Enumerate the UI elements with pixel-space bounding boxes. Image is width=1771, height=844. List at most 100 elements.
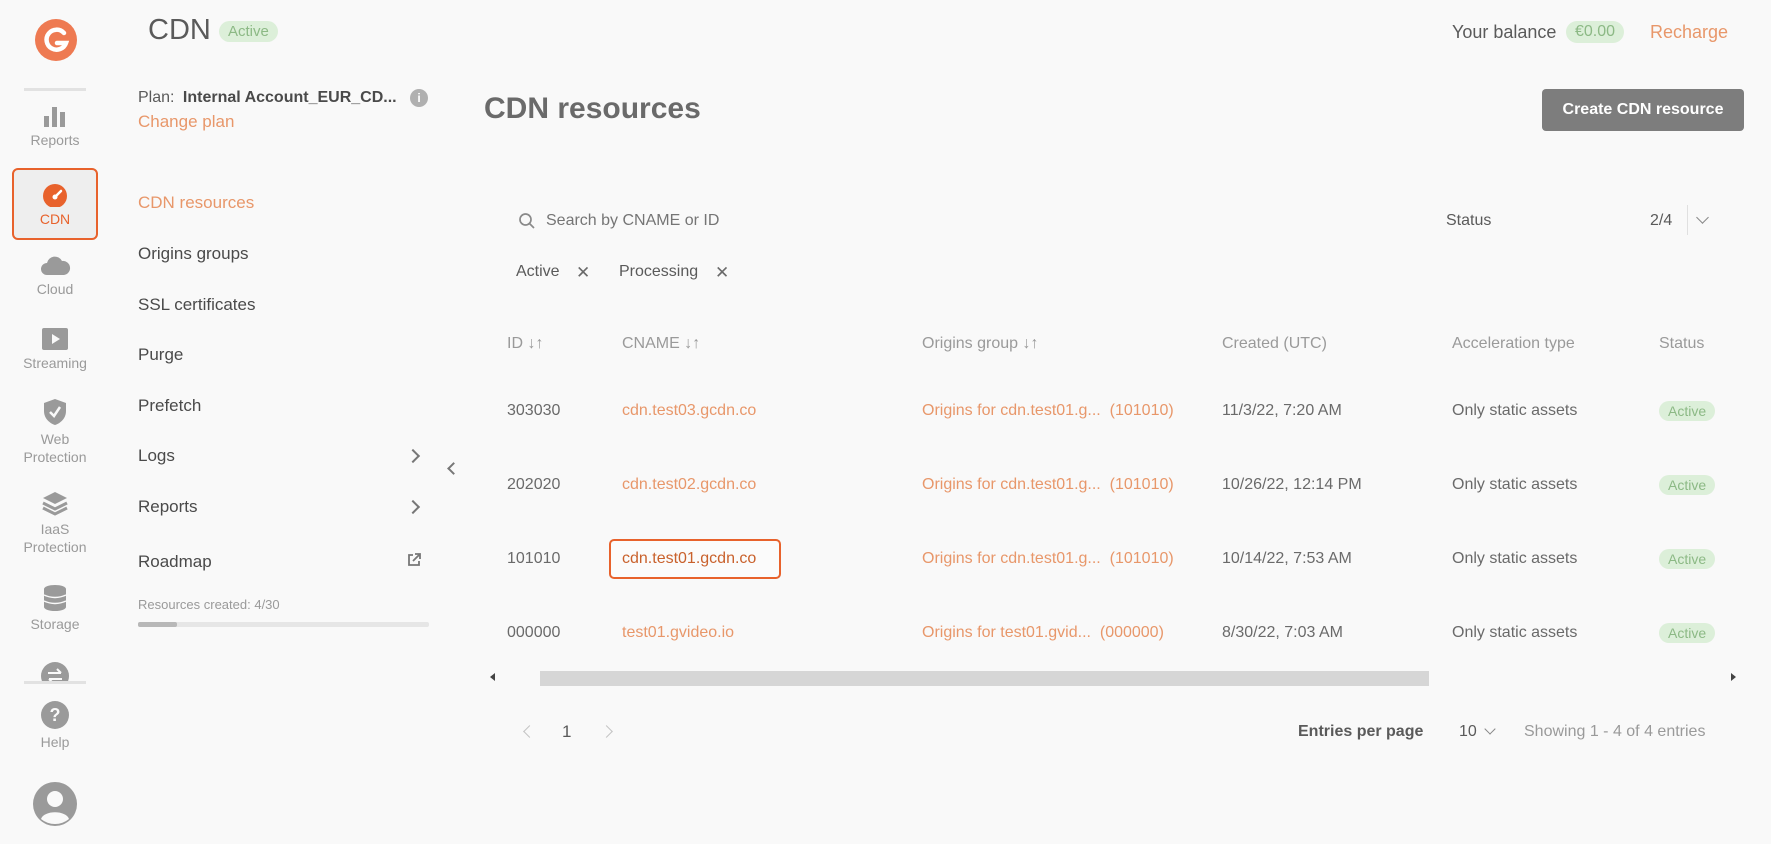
- current-page[interactable]: 1: [562, 722, 571, 742]
- search-input[interactable]: [546, 208, 1046, 234]
- external-link-icon: [408, 553, 421, 566]
- section-title: CDN resources: [484, 92, 701, 125]
- page-title: CDN: [148, 14, 211, 46]
- transfer-icon: [41, 662, 69, 681]
- plan-info-icon[interactable]: i: [410, 89, 428, 107]
- cell-created: 10/14/22, 7:53 AM: [1222, 550, 1352, 567]
- entries-per-page-label: Entries per page: [1298, 723, 1424, 740]
- collapse-sidebar-icon[interactable]: [447, 462, 460, 475]
- sidebar-item-cdn-resources[interactable]: CDN resources: [138, 193, 254, 213]
- rail-item-transfer[interactable]: [40, 661, 70, 681]
- cell-acceleration: Only static assets: [1452, 402, 1578, 419]
- cell-created: 8/30/22, 7:03 AM: [1222, 624, 1343, 641]
- status-dropdown-chevron-icon[interactable]: [1696, 211, 1709, 224]
- entries-per-page-select[interactable]: 10: [1459, 723, 1477, 741]
- scroll-left-arrow-icon[interactable]: [490, 673, 495, 681]
- column-header-origins-group[interactable]: Origins group ↓↑: [922, 335, 1039, 353]
- cell-acceleration: Only static assets: [1452, 476, 1578, 493]
- cloud-icon: [41, 256, 71, 275]
- prev-page-icon[interactable]: [523, 725, 536, 738]
- plan-row: Plan: Internal Account_EUR_CD...: [138, 89, 397, 107]
- entries-dropdown-chevron-icon[interactable]: [1484, 723, 1496, 735]
- balance-value: €0.00: [1566, 21, 1625, 43]
- status-badge: Active: [1659, 475, 1716, 495]
- icon-rail: Reports CDN Cloud Streaming Web Protecti…: [0, 0, 110, 844]
- cell-cname-link[interactable]: test01.gvideo.io: [622, 624, 734, 642]
- chevron-right-icon: [405, 448, 421, 464]
- column-header-id[interactable]: ID ↓↑: [507, 335, 543, 353]
- column-header-acceleration-type: Acceleration type: [1452, 335, 1575, 352]
- plan-label: Plan:: [138, 89, 175, 106]
- resources-progress-fill: [138, 622, 177, 627]
- next-page-icon[interactable]: [600, 725, 613, 738]
- layers-icon: [42, 492, 68, 516]
- rail-item-web-protection[interactable]: Web Protection: [12, 398, 98, 468]
- scroll-right-arrow-icon[interactable]: [1731, 673, 1736, 681]
- sidebar-item-purge[interactable]: Purge: [138, 345, 183, 365]
- rail-item-iaas-protection[interactable]: IaaS Protection: [12, 490, 98, 560]
- column-header-cname[interactable]: CNAME ↓↑: [622, 335, 700, 353]
- rail-item-cloud[interactable]: Cloud: [12, 255, 98, 301]
- database-icon: [43, 585, 67, 611]
- svg-text:?: ?: [50, 705, 61, 725]
- sidebar-item-roadmap[interactable]: Roadmap: [138, 552, 212, 572]
- status-badge: Active: [1659, 549, 1716, 569]
- status-filter-value[interactable]: 2/4: [1650, 212, 1672, 230]
- chip-label: Processing: [619, 263, 699, 280]
- rail-divider: [24, 681, 86, 684]
- sidebar-item-prefetch[interactable]: Prefetch: [138, 396, 201, 416]
- create-cdn-resource-button[interactable]: Create CDN resource: [1542, 89, 1744, 131]
- play-icon: [42, 328, 68, 350]
- status-filter-label: Status: [1446, 212, 1492, 229]
- rail-item-reports[interactable]: Reports: [12, 104, 98, 160]
- avatar-icon: [33, 782, 77, 826]
- column-header-status: Status: [1659, 335, 1705, 352]
- rail-item-cdn[interactable]: CDN: [12, 168, 98, 240]
- cell-id: 303030: [507, 402, 561, 419]
- plan-name: Internal Account_EUR_CD...: [182, 89, 397, 106]
- balance-label: Your balance: [1452, 22, 1557, 42]
- logo-icon: [35, 19, 77, 61]
- user-avatar[interactable]: [32, 781, 78, 827]
- rail-divider: [24, 88, 86, 91]
- sidebar-item-reports[interactable]: Reports: [138, 497, 198, 517]
- sidebar-item-logs[interactable]: Logs: [138, 446, 175, 466]
- bar-chart-icon: [44, 107, 65, 127]
- resources-created-text: Resources created: 4/30: [138, 597, 280, 612]
- cell-cname-link[interactable]: cdn.test02.gcdn.co: [622, 476, 756, 494]
- gcore-logo[interactable]: [33, 17, 79, 63]
- rail-item-streaming[interactable]: Streaming: [12, 327, 98, 375]
- chevron-right-icon: [405, 499, 421, 515]
- speedometer-icon: [43, 184, 67, 207]
- shield-icon: [44, 399, 66, 425]
- cell-acceleration: Only static assets: [1452, 624, 1578, 641]
- column-header-created: Created (UTC): [1222, 335, 1327, 352]
- filter-chip-active: Active: [516, 263, 560, 281]
- rail-item-help[interactable]: ? Help: [12, 700, 98, 754]
- title-status-badge: Active: [219, 21, 278, 42]
- cell-origin-link[interactable]: Origins for test01.gvid... (000000): [922, 624, 1164, 642]
- sidebar-item-origins-groups[interactable]: Origins groups: [138, 244, 249, 264]
- help-icon: ?: [41, 701, 69, 729]
- cell-id: 202020: [507, 476, 561, 493]
- search-icon: [519, 213, 535, 229]
- showing-entries-text: Showing 1 - 4 of 4 entries: [1524, 723, 1706, 740]
- cell-origin-link[interactable]: Origins for cdn.test01.g... (101010): [922, 476, 1174, 494]
- recharge-link[interactable]: Recharge: [1650, 22, 1728, 43]
- cell-cname-link[interactable]: cdn.test03.gcdn.co: [622, 402, 756, 420]
- cell-id: 000000: [507, 624, 561, 641]
- filter-divider: [1687, 205, 1688, 235]
- rail-item-storage[interactable]: Storage: [12, 584, 98, 638]
- cell-cname-link[interactable]: cdn.test01.gcdn.co: [622, 550, 756, 568]
- cell-origin-link[interactable]: Origins for cdn.test01.g... (101010): [922, 550, 1174, 568]
- filter-chip-processing: Processing: [619, 263, 698, 281]
- cell-acceleration: Only static assets: [1452, 550, 1578, 567]
- sidebar-item-ssl-certificates[interactable]: SSL certificates: [138, 295, 255, 315]
- cell-origin-link[interactable]: Origins for cdn.test01.g... (101010): [922, 402, 1174, 420]
- chip-remove-icon[interactable]: ✕: [715, 263, 729, 283]
- cell-created: 11/3/22, 7:20 AM: [1222, 402, 1342, 419]
- cell-id: 101010: [507, 550, 561, 567]
- horizontal-scrollbar-thumb[interactable]: [540, 671, 1429, 686]
- chip-remove-icon[interactable]: ✕: [576, 263, 590, 283]
- change-plan-link[interactable]: Change plan: [138, 112, 234, 132]
